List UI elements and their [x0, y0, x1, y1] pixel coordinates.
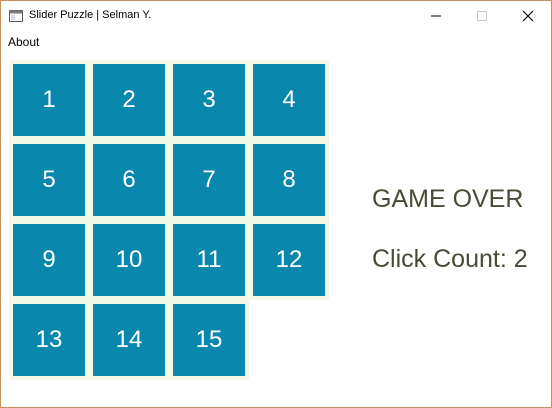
- click-count-label: Click Count: 2: [372, 245, 528, 273]
- tile-slot: 14: [89, 300, 169, 380]
- menu-item-about[interactable]: About: [8, 35, 39, 49]
- puzzle-tile[interactable]: 9: [9, 220, 89, 300]
- title-bar[interactable]: Slider Puzzle | Selman Y.: [1, 1, 551, 31]
- tile-slot: 7: [169, 140, 249, 220]
- close-button[interactable]: [505, 1, 551, 31]
- tile-slot: 4: [249, 60, 329, 140]
- maximize-icon: [477, 11, 487, 21]
- tile-slot: 15: [169, 300, 249, 380]
- puzzle-tile[interactable]: 13: [9, 300, 89, 380]
- puzzle-tile[interactable]: 12: [249, 220, 329, 300]
- puzzle-board: 1 2 3 4 5 6 7 8 9 10 11 12 13 14 15: [9, 60, 329, 380]
- puzzle-tile[interactable]: 15: [169, 300, 249, 380]
- app-window: Slider Puzzle | Selman Y. About 1 2 3 4 …: [0, 0, 552, 408]
- tile-slot: 6: [89, 140, 169, 220]
- puzzle-tile[interactable]: 14: [89, 300, 169, 380]
- tile-slot: 5: [9, 140, 89, 220]
- tile-slot: 1: [9, 60, 89, 140]
- puzzle-tile[interactable]: 6: [89, 140, 169, 220]
- puzzle-tile[interactable]: 5: [9, 140, 89, 220]
- minimize-button[interactable]: [413, 1, 459, 31]
- tile-slot: 11: [169, 220, 249, 300]
- tile-slot: 13: [9, 300, 89, 380]
- tile-slot: 8: [249, 140, 329, 220]
- game-over-label: GAME OVER: [372, 185, 524, 213]
- tile-slot: 2: [89, 60, 169, 140]
- window-title: Slider Puzzle | Selman Y.: [29, 9, 152, 21]
- tile-slot: 12: [249, 220, 329, 300]
- puzzle-tile[interactable]: 11: [169, 220, 249, 300]
- empty-slot[interactable]: [249, 300, 329, 380]
- puzzle-tile[interactable]: 1: [9, 60, 89, 140]
- tile-slot: 3: [169, 60, 249, 140]
- puzzle-tile[interactable]: 2: [89, 60, 169, 140]
- puzzle-tile[interactable]: 3: [169, 60, 249, 140]
- puzzle-tile[interactable]: 10: [89, 220, 169, 300]
- app-icon: [9, 9, 23, 22]
- puzzle-tile[interactable]: 8: [249, 140, 329, 220]
- maximize-button[interactable]: [459, 1, 505, 31]
- menu-bar: About: [1, 32, 551, 52]
- minimize-icon: [431, 15, 441, 17]
- close-icon: [522, 10, 534, 22]
- puzzle-tile[interactable]: 4: [249, 60, 329, 140]
- tile-slot: 10: [89, 220, 169, 300]
- tile-slot: 9: [9, 220, 89, 300]
- puzzle-tile[interactable]: 7: [169, 140, 249, 220]
